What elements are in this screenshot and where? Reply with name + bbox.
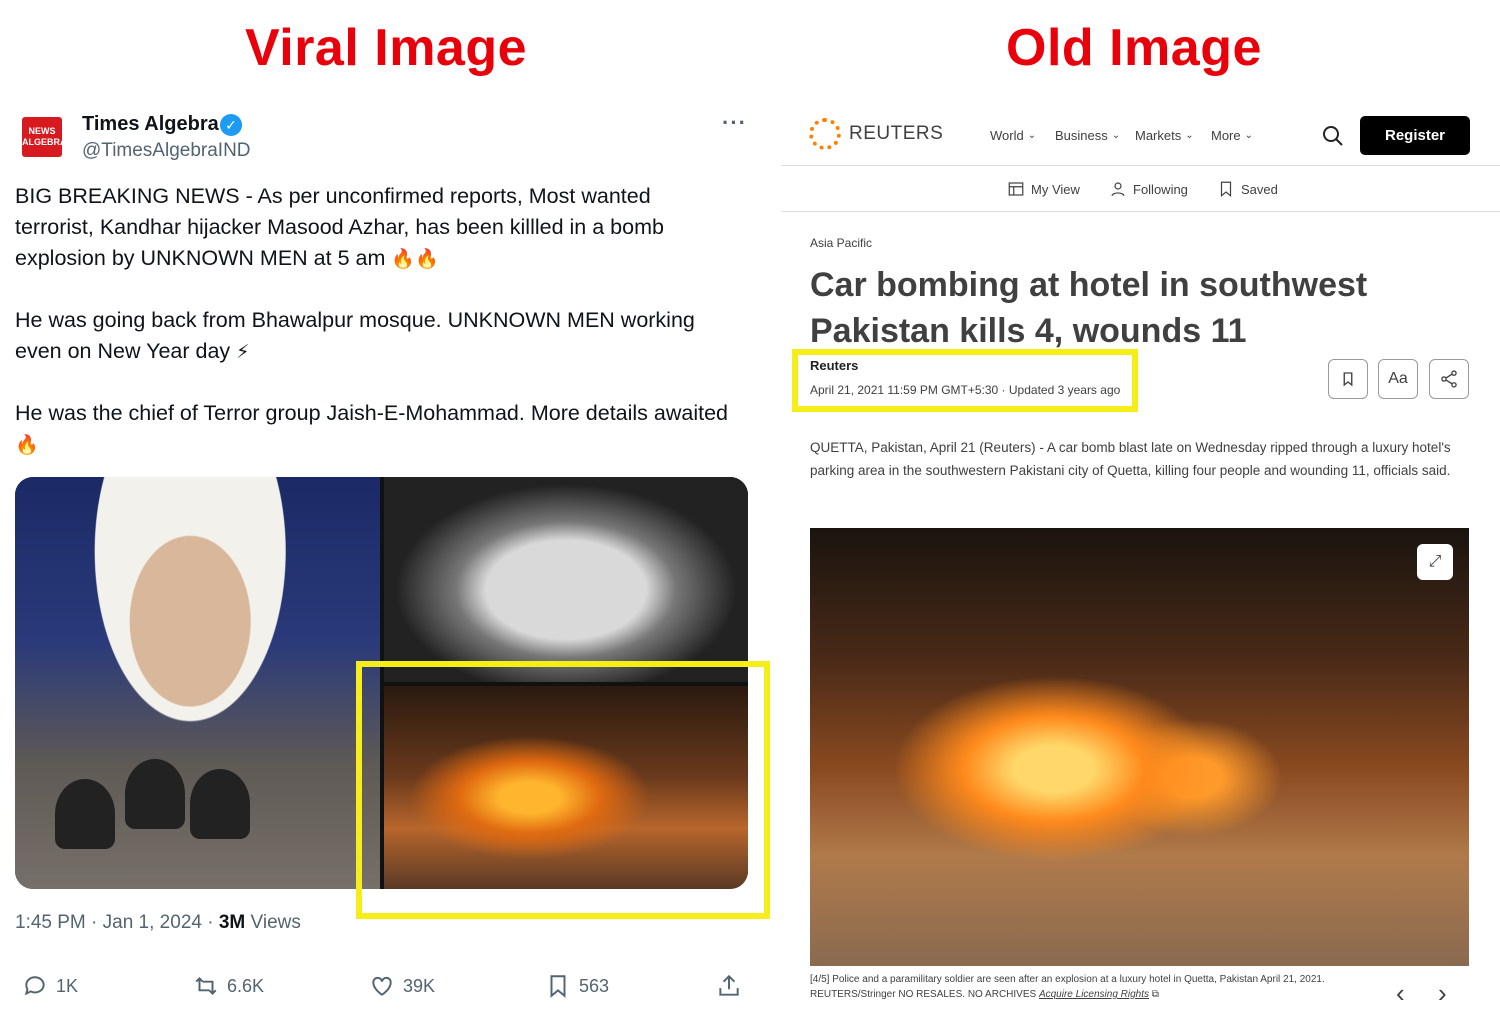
- more-options-icon[interactable]: ···: [722, 110, 747, 136]
- logo-line-1: NEWS: [28, 126, 56, 136]
- highlight-box-viral: [356, 661, 770, 919]
- article-lede: QUETTA, Pakistan, April 21 (Reuters) - A…: [810, 440, 1451, 478]
- bookmark-button[interactable]: 563: [545, 973, 609, 999]
- nav-markets[interactable]: Markets ⌄: [1135, 128, 1194, 143]
- subnav-saved-label: Saved: [1241, 181, 1278, 197]
- tweet-time-text: 1:45 PM · Jan 1, 2024 ·: [15, 912, 219, 933]
- tweet-photo-portrait[interactable]: [15, 477, 380, 889]
- article-category[interactable]: Asia Pacific: [810, 236, 872, 250]
- nav-world-label: World: [990, 128, 1024, 143]
- expand-icon[interactable]: ⤢: [1417, 544, 1453, 580]
- subnav-following[interactable]: Following: [1109, 180, 1188, 198]
- tweet-paragraph-1-text: BIG BREAKING NEWS - As per unconfirmed r…: [15, 184, 664, 270]
- subnav-saved[interactable]: Saved: [1217, 180, 1278, 198]
- verified-badge-icon: ✓: [220, 114, 242, 136]
- divider: [781, 165, 1500, 166]
- share-icon: [1441, 370, 1457, 388]
- old-image-label: Old Image: [1006, 19, 1262, 77]
- heart-icon: [372, 976, 392, 996]
- microphone-shape: [190, 769, 250, 839]
- tweet-author-name[interactable]: Times Algebra: [82, 113, 219, 136]
- tweet-views-label: Views: [245, 912, 301, 933]
- chevron-down-icon: ⌄: [1027, 130, 1037, 141]
- nav-business-label: Business: [1055, 128, 1108, 143]
- tweet-action-bar: 1K 6.6K 39K 563: [0, 973, 760, 1005]
- register-button[interactable]: Register: [1360, 116, 1470, 155]
- logo-line-2: ALGEBRA: [22, 137, 67, 147]
- viral-image-label: Viral Image: [245, 19, 528, 77]
- repost-icon: [195, 977, 217, 995]
- nav-business[interactable]: Business ⌄: [1055, 128, 1120, 143]
- my-view-icon: [1008, 182, 1024, 196]
- reply-count: 1K: [56, 975, 79, 996]
- repost-button[interactable]: 6.6K: [193, 973, 264, 999]
- save-article-button[interactable]: [1328, 359, 1368, 399]
- tweet-paragraph-1: BIG BREAKING NEWS - As per unconfirmed r…: [15, 181, 735, 275]
- nav-markets-label: Markets: [1135, 128, 1182, 143]
- bookmark-icon: [1343, 372, 1353, 387]
- external-link-icon: ⧉: [1151, 989, 1159, 1000]
- search-icon[interactable]: [1321, 124, 1345, 148]
- share-button[interactable]: [716, 973, 742, 999]
- tweet-paragraph-3-text: He was the chief of Terror group Jaish-E…: [15, 401, 729, 425]
- reuters-brand: REUTERS: [849, 123, 944, 144]
- microphone-shape: [55, 779, 115, 849]
- chevron-down-icon: ⌄: [1185, 130, 1194, 141]
- tweet-paragraph-2: He was going back from Bhawalpur mosque.…: [15, 305, 735, 368]
- repost-count: 6.6K: [227, 975, 265, 996]
- share-icon: [719, 974, 739, 996]
- share-article-button[interactable]: [1429, 359, 1469, 399]
- fire-emoji-icon: 🔥🔥: [391, 249, 439, 270]
- article-photo-explosion[interactable]: [810, 528, 1469, 966]
- nav-more[interactable]: More ⌄: [1211, 128, 1253, 143]
- reuters-panel: REUTERS World ⌄ Business ⌄ Markets ⌄ More ⌄ …: [781, 100, 1500, 1029]
- photo-caption: [4/5] Police and a paramilitary soldier …: [810, 974, 1325, 985]
- bookmark-icon: [1220, 181, 1232, 198]
- like-count: 39K: [403, 975, 436, 996]
- photo-credit-text: REUTERS/Stringer NO RESALES. NO ARCHIVES: [810, 989, 1039, 1000]
- tweet-paragraph-3: He was the chief of Terror group Jaish-E…: [15, 398, 735, 461]
- subnav-following-label: Following: [1133, 181, 1188, 197]
- reply-icon: [24, 976, 45, 996]
- licensing-link[interactable]: Acquire Licensing Rights: [1039, 989, 1149, 1000]
- reuters-logo-icon: [809, 118, 841, 150]
- subnav-my-view[interactable]: My View: [1007, 180, 1080, 198]
- bookmark-icon: [550, 975, 566, 998]
- article-title: Car bombing at hotel in southwest Pakist…: [810, 266, 1368, 350]
- tweet-timestamp[interactable]: 1:45 PM · Jan 1, 2024 · 3M Views: [15, 912, 301, 934]
- highlight-box-date: [792, 349, 1138, 412]
- nav-world[interactable]: World ⌄: [990, 128, 1036, 143]
- chevron-down-icon: ⌄: [1111, 130, 1121, 141]
- photo-credit: REUTERS/Stringer NO RESALES. NO ARCHIVES…: [810, 989, 1159, 1000]
- tweet-paragraph-2-text: He was going back from Bhawalpur mosque.…: [15, 308, 695, 363]
- lightning-emoji-icon: ⚡: [236, 342, 250, 363]
- reply-button[interactable]: 1K: [22, 973, 78, 999]
- divider: [781, 211, 1500, 212]
- subnav-my-view-label: My View: [1031, 181, 1080, 197]
- tweet-photo-wrecked-car[interactable]: [384, 477, 748, 682]
- next-photo-arrow-icon[interactable]: ›: [1438, 978, 1447, 1009]
- tweet-views-count: 3M: [218, 912, 246, 933]
- font-size-button[interactable]: Aa: [1378, 359, 1418, 399]
- times-algebra-logo[interactable]: NEWS ALGEBRA: [22, 117, 67, 157]
- reuters-logo[interactable]: REUTERS: [809, 118, 943, 150]
- previous-photo-arrow-icon[interactable]: ‹: [1396, 978, 1405, 1009]
- tweet-author-handle[interactable]: @TimesAlgebraIND: [82, 140, 251, 162]
- bookmark-count: 563: [579, 975, 610, 996]
- nav-more-label: More: [1211, 128, 1241, 143]
- microphone-shape: [125, 759, 185, 829]
- person-icon: [1111, 182, 1125, 197]
- fire-emoji-icon: 🔥: [15, 435, 39, 456]
- chevron-down-icon: ⌄: [1244, 130, 1254, 141]
- like-button[interactable]: 39K: [369, 973, 435, 999]
